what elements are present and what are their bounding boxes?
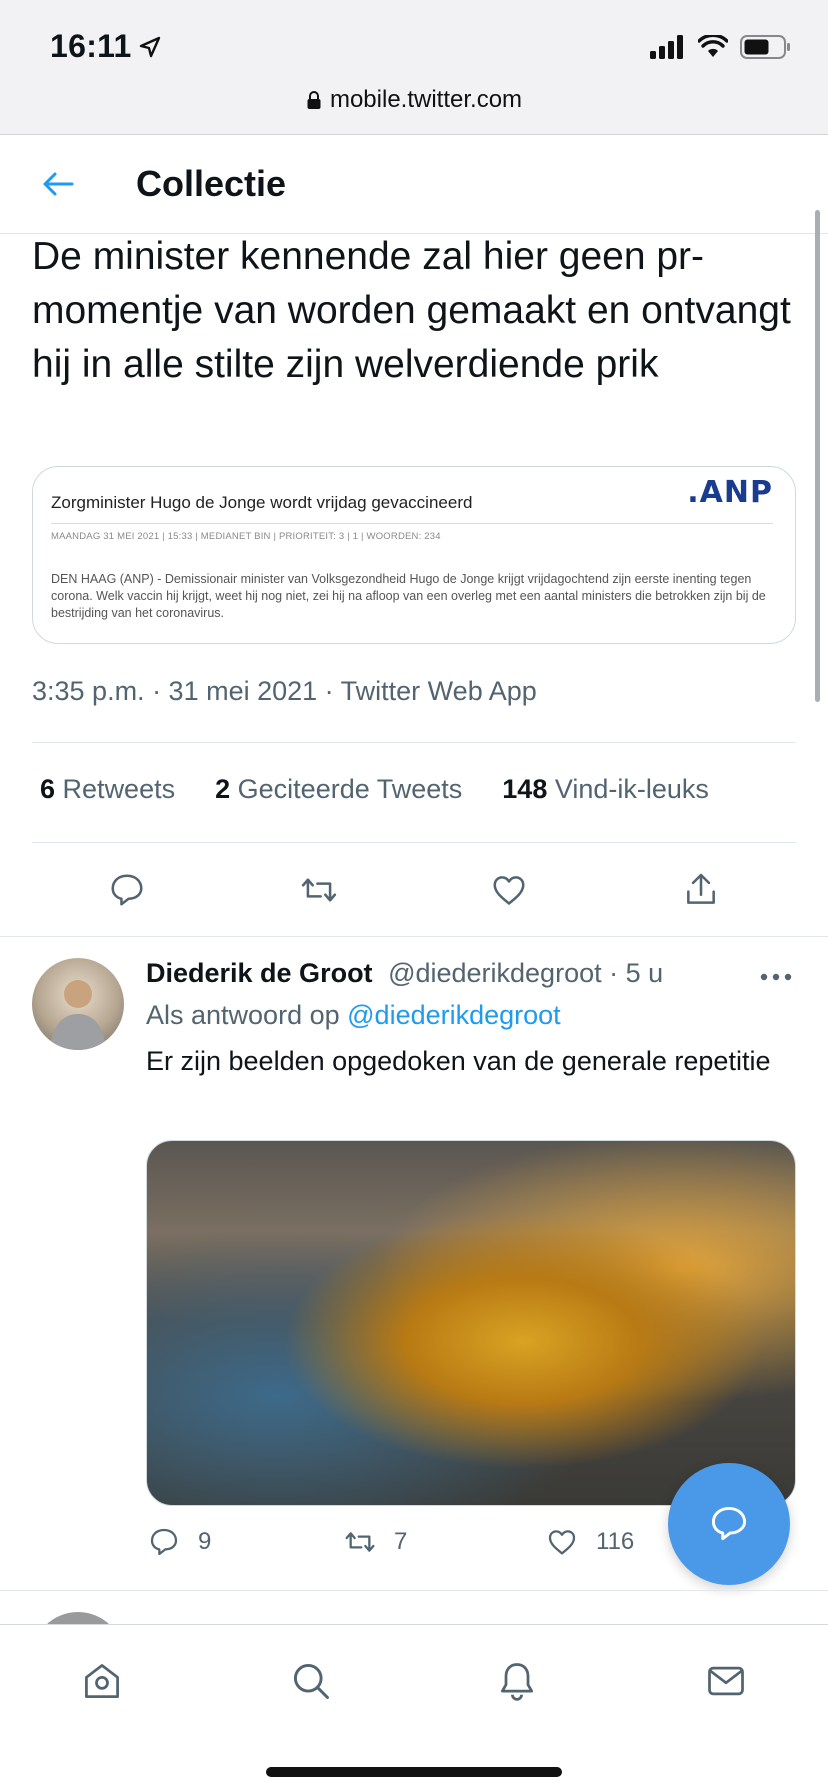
divider (32, 742, 796, 743)
reply-likes-count: 116 (596, 1528, 635, 1555)
home-icon (85, 1664, 119, 1698)
nav-messages[interactable] (696, 1651, 756, 1711)
quotes-label: Geciteerde Tweets (237, 774, 463, 804)
reply-context: Als antwoord op @diederikdegroot (146, 1000, 561, 1031)
reply-retweets-count: 7 (394, 1528, 408, 1555)
news-clipping-image[interactable]: Zorgminister Hugo de Jonge wordt vrijdag… (32, 466, 796, 644)
reply-author-name[interactable]: Diederik de Groot (146, 958, 373, 988)
reply-photo[interactable] (146, 1140, 796, 1506)
tweet-stats: 6 Retweets 2 Geciteerde Tweets 148 Vind-… (40, 774, 709, 805)
reply-to-link[interactable]: @diederikdegroot (347, 1000, 561, 1030)
divider (0, 936, 828, 937)
tweet-timestamp[interactable]: 3:35 p.m. · 31 mei 2021 · Twitter Web Ap… (32, 676, 537, 707)
likes-label: Vind-ik-leuks (554, 774, 709, 804)
retweets-count: 6 (40, 774, 56, 804)
messages-icon (708, 1666, 744, 1696)
lock-icon (307, 91, 321, 109)
compose-bubble-icon (711, 1506, 747, 1541)
search-icon (293, 1663, 329, 1699)
status-time: 16:11 (50, 28, 162, 65)
home-indicator[interactable] (266, 1767, 562, 1777)
divider (32, 842, 796, 843)
location-arrow-icon (139, 36, 160, 57)
status-icons (650, 34, 792, 60)
reply-retweet-button[interactable]: 7 (344, 1526, 407, 1558)
like-button[interactable] (481, 862, 537, 918)
retweet-button[interactable] (291, 862, 347, 918)
retweet-icon (345, 1532, 375, 1552)
tweet-actions (0, 862, 828, 918)
like-icon (548, 1530, 576, 1555)
quotes-count: 2 (215, 774, 231, 804)
reply-author-handle[interactable]: @diederikdegroot · 5 u (388, 958, 663, 988)
like-icon (493, 876, 525, 905)
reply-text: Er zijn beelden opgedoken van de general… (146, 1046, 771, 1076)
clipping-body: DEN HAAG (ANP) - Demissionair minister v… (51, 572, 766, 620)
url-text: mobile.twitter.com (329, 86, 523, 113)
back-arrow-icon (43, 172, 74, 196)
tweet-text: De minister kennende zal hier geen pr-mo… (32, 235, 791, 386)
retweet-icon (301, 878, 337, 902)
reply-button[interactable] (99, 862, 155, 918)
share-icon (687, 873, 715, 904)
page-title: Collectie (136, 163, 287, 204)
reply-to-prefix: Als antwoord op (146, 1000, 340, 1030)
reply-like-button[interactable]: 116 (546, 1526, 634, 1558)
url-bar[interactable]: mobile.twitter.com (0, 86, 828, 114)
reply-icon (111, 874, 143, 906)
likes-count: 148 (502, 774, 548, 804)
compose-reply-button[interactable] (668, 1463, 790, 1585)
reply-header: Diederik de Groot @diederikdegroot · 5 u (146, 958, 663, 989)
clock-text: 16:11 (50, 28, 132, 64)
nav-home[interactable] (72, 1651, 132, 1711)
more-icon (760, 973, 792, 981)
reply-replies-count: 9 (198, 1528, 212, 1555)
likes-stat[interactable]: 148 Vind-ik-leuks (502, 774, 709, 805)
quotes-stat[interactable]: 2 Geciteerde Tweets (215, 774, 462, 805)
wifi-icon (698, 35, 728, 57)
notifications-icon (500, 1663, 534, 1701)
retweets-stat[interactable]: 6 Retweets (40, 774, 175, 805)
nav-search[interactable] (281, 1651, 341, 1711)
back-button[interactable] (28, 154, 88, 214)
bottom-nav (0, 1624, 828, 1792)
clipping-meta: MAANDAG 31 MEI 2021 | 15:33 | MEDIANET B… (51, 531, 441, 542)
cellular-signal-icon (650, 35, 683, 59)
app-header: Collectie (0, 135, 828, 234)
share-button[interactable] (673, 862, 729, 918)
avatar-person-icon (50, 980, 106, 1050)
browser-chrome: 16:11 mobile.twitter.com (0, 0, 828, 135)
more-options-button[interactable] (756, 962, 796, 992)
anp-logo: .ANP (687, 475, 773, 510)
scrollbar[interactable] (815, 210, 820, 702)
retweets-label: Retweets (62, 774, 176, 804)
avatar[interactable] (32, 958, 124, 1050)
next-tweet-preview[interactable] (0, 1592, 828, 1626)
reply-reply-button[interactable]: 9 (148, 1526, 211, 1558)
divider (0, 1590, 828, 1591)
clipping-headline: Zorgminister Hugo de Jonge wordt vrijdag… (51, 493, 473, 512)
reply-icon (150, 1528, 178, 1556)
battery-icon (740, 35, 790, 59)
nav-notifications[interactable] (487, 1651, 547, 1711)
clipping-divider (51, 523, 773, 524)
